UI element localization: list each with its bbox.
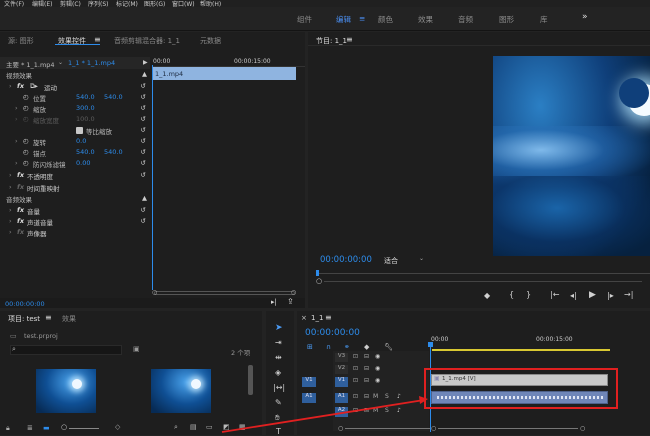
annotation-arrow (221, 396, 428, 433)
